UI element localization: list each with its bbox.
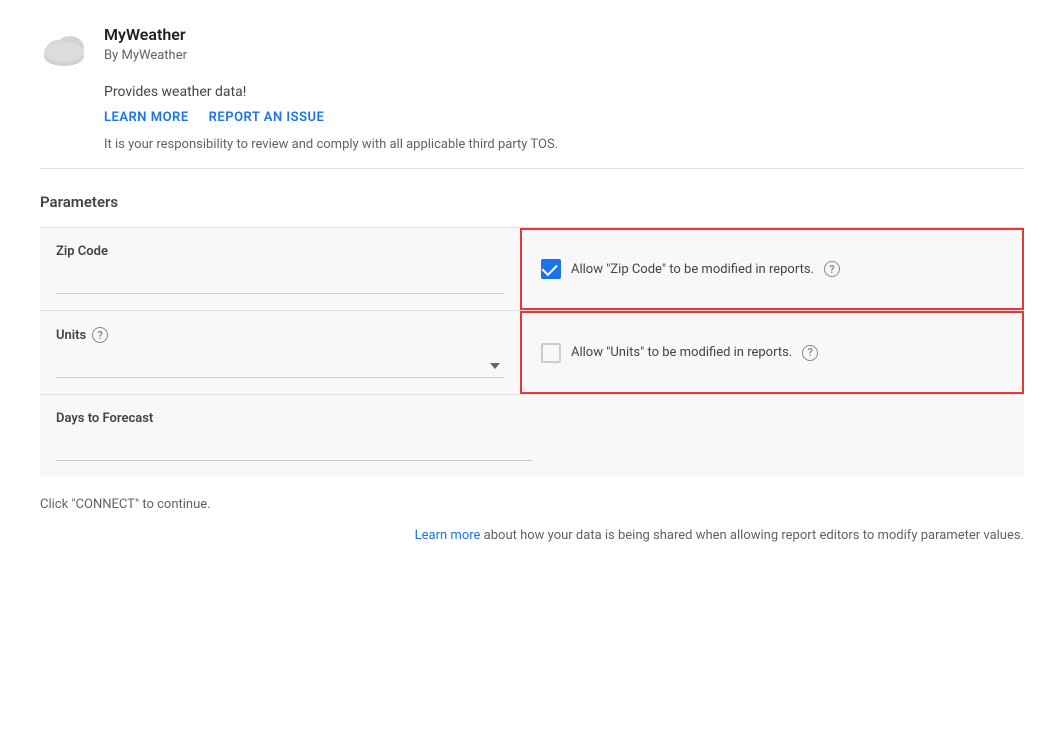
units-select[interactable]: Imperial Metric: [56, 353, 504, 378]
links-row: LEARN MORE REPORT AN ISSUE: [104, 110, 1024, 125]
param-label-days: Days to Forecast: [56, 411, 1008, 426]
param-row-days: Days to Forecast: [40, 394, 1024, 477]
param-left-units: Units ? Imperial Metric: [40, 311, 520, 394]
app-info: MyWeather By MyWeather: [104, 24, 1024, 63]
param-label-units: Units ?: [56, 327, 504, 343]
param-row-units: Units ? Imperial Metric Allow "Units" to…: [40, 310, 1024, 394]
zipcode-allow-checkbox[interactable]: [541, 259, 561, 279]
param-left-zipcode: Zip Code: [40, 228, 520, 310]
zipcode-allow-row: Allow "Zip Code" to be modified in repor…: [541, 259, 840, 279]
app-icon: [40, 24, 88, 72]
units-select-wrap: Imperial Metric: [56, 353, 504, 378]
units-allow-row: Allow "Units" to be modified in reports.…: [541, 343, 818, 363]
app-header: MyWeather By MyWeather: [40, 24, 1024, 72]
param-right-zipcode: Allow "Zip Code" to be modified in repor…: [520, 228, 1024, 310]
footer-note: Learn more about how your data is being …: [40, 528, 1024, 543]
units-allow-help-icon[interactable]: ?: [802, 345, 818, 361]
units-allow-checkbox[interactable]: [541, 343, 561, 363]
connect-hint: Click "CONNECT" to continue.: [40, 497, 1024, 512]
param-row-zipcode: Zip Code Allow "Zip Code" to be modified…: [40, 227, 1024, 310]
tos-text: It is your responsibility to review and …: [104, 137, 1024, 152]
param-label-zipcode: Zip Code: [56, 244, 504, 259]
units-help-icon[interactable]: ?: [92, 327, 108, 343]
report-issue-link[interactable]: REPORT AN ISSUE: [209, 110, 325, 125]
zipcode-allow-help-icon[interactable]: ?: [824, 261, 840, 277]
units-allow-label: Allow "Units" to be modified in reports.: [571, 345, 792, 360]
app-description: Provides weather data!: [104, 84, 1024, 100]
app-by: By MyWeather: [104, 48, 1024, 63]
zipcode-input[interactable]: [56, 269, 504, 294]
app-title: MyWeather: [104, 24, 1024, 46]
param-left-days: Days to Forecast: [40, 395, 1024, 477]
zipcode-allow-label: Allow "Zip Code" to be modified in repor…: [571, 262, 814, 277]
section-divider: [40, 168, 1024, 169]
param-right-units: Allow "Units" to be modified in reports.…: [520, 311, 1024, 394]
parameters-title: Parameters: [40, 193, 1024, 211]
footer-note-suffix: about how your data is being shared when…: [480, 528, 1024, 543]
days-input[interactable]: [56, 436, 532, 461]
learn-more-link[interactable]: LEARN MORE: [104, 110, 189, 125]
footer-learn-more-link[interactable]: Learn more: [415, 528, 481, 543]
